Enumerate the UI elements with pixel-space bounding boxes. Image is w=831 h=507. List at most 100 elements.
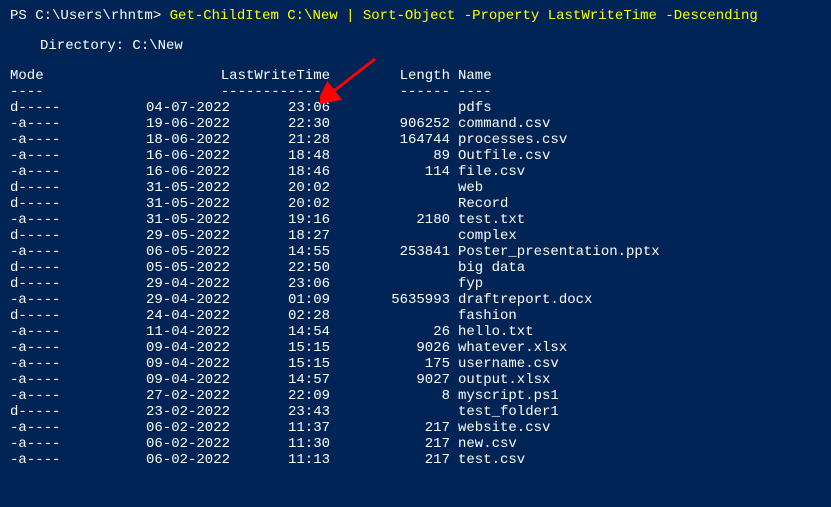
row-mode: -a---- <box>10 340 110 356</box>
row-mode: -a---- <box>10 388 110 404</box>
row-length: 9026 <box>330 340 450 356</box>
row-mode: -a---- <box>10 116 110 132</box>
row-time: 23:43 <box>230 404 330 420</box>
row-name: output.xlsx <box>450 372 550 388</box>
prompt-gt: > <box>153 8 161 24</box>
header-lastwrite: LastWriteTime <box>150 68 330 84</box>
row-date: 29-05-2022 <box>110 228 230 244</box>
prompt-path: C:\Users\rhntm <box>35 8 153 24</box>
row-time: 01:09 <box>230 292 330 308</box>
row-mode: -a---- <box>10 356 110 372</box>
row-time: 20:02 <box>230 196 330 212</box>
row-name: web <box>450 180 483 196</box>
row-date: 09-04-2022 <box>110 372 230 388</box>
row-mode: -a---- <box>10 436 110 452</box>
row-name: username.csv <box>450 356 559 372</box>
row-time: 23:06 <box>230 100 330 116</box>
row-time: 18:48 <box>230 148 330 164</box>
row-name: fashion <box>450 308 517 324</box>
file-row: -a----09-04-202215:159026whatever.xlsx <box>10 340 821 356</box>
row-length: 906252 <box>330 116 450 132</box>
file-row: -a----27-02-202222:098myscript.ps1 <box>10 388 821 404</box>
row-date: 06-02-2022 <box>110 436 230 452</box>
row-mode: -a---- <box>10 372 110 388</box>
file-row: d-----29-05-202218:27complex <box>10 228 821 244</box>
header-mode: Mode <box>10 68 150 84</box>
row-name: Outfile.csv <box>450 148 550 164</box>
file-row: d-----29-04-202223:06 fyp <box>10 276 821 292</box>
row-mode: d----- <box>10 180 110 196</box>
row-time: 11:37 <box>230 420 330 436</box>
row-date: 24-04-2022 <box>110 308 230 324</box>
row-time: 15:15 <box>230 340 330 356</box>
row-length: 217 <box>330 452 450 468</box>
row-time: 22:50 <box>230 260 330 276</box>
row-mode: -a---- <box>10 132 110 148</box>
row-time: 18:27 <box>230 228 330 244</box>
directory-label: Directory: <box>40 38 132 54</box>
row-name: hello.txt <box>450 324 534 340</box>
row-mode: -a---- <box>10 292 110 308</box>
file-row: -a----31-05-202219:162180test.txt <box>10 212 821 228</box>
row-name: fyp <box>450 276 483 292</box>
row-date: 29-04-2022 <box>110 276 230 292</box>
row-name: test.csv <box>450 452 525 468</box>
row-date: 09-04-2022 <box>110 340 230 356</box>
row-date: 04-07-2022 <box>110 100 230 116</box>
row-time: 18:46 <box>230 164 330 180</box>
row-date: 11-04-2022 <box>110 324 230 340</box>
file-row: -a----16-06-202218:4889Outfile.csv <box>10 148 821 164</box>
row-date: 06-05-2022 <box>110 244 230 260</box>
row-name: Record <box>450 196 508 212</box>
file-row: -a----11-04-202214:5426hello.txt <box>10 324 821 340</box>
row-length: 217 <box>330 436 450 452</box>
row-mode: d----- <box>10 276 110 292</box>
file-row: -a----16-06-202218:46114file.csv <box>10 164 821 180</box>
row-time: 14:54 <box>230 324 330 340</box>
row-mode: -a---- <box>10 452 110 468</box>
row-mode: d----- <box>10 404 110 420</box>
row-name: file.csv <box>450 164 525 180</box>
row-mode: -a---- <box>10 324 110 340</box>
row-date: 05-05-2022 <box>110 260 230 276</box>
row-mode: d----- <box>10 308 110 324</box>
row-date: 31-05-2022 <box>110 196 230 212</box>
prompt-line[interactable]: PS C:\Users\rhntm> Get-ChildItem C:\New … <box>10 8 821 24</box>
row-name: pdfs <box>450 100 492 116</box>
row-length: 164744 <box>330 132 450 148</box>
divider-length: ------ <box>330 84 450 100</box>
row-length: 5635993 <box>330 292 450 308</box>
row-date: 06-02-2022 <box>110 452 230 468</box>
row-mode: d----- <box>10 228 110 244</box>
header-name: Name <box>450 68 492 84</box>
file-row: d-----24-04-202202:28 fashion <box>10 308 821 324</box>
file-row: d-----04-07-202223:06 pdfs <box>10 100 821 116</box>
divider-row: --------------------------- <box>10 84 821 100</box>
file-row: -a----29-04-202201:095635993draftreport.… <box>10 292 821 308</box>
row-date: 19-06-2022 <box>110 116 230 132</box>
row-mode: -a---- <box>10 164 110 180</box>
row-mode: d----- <box>10 260 110 276</box>
divider-lastwrite: ------------- <box>150 84 330 100</box>
row-date: 31-05-2022 <box>110 212 230 228</box>
row-name: whatever.xlsx <box>450 340 567 356</box>
row-length: 8 <box>330 388 450 404</box>
row-time: 11:13 <box>230 452 330 468</box>
divider-name: ---- <box>450 84 492 100</box>
row-name: test_folder1 <box>450 404 559 420</box>
command-text: Get-ChildItem C:\New | Sort-Object -Prop… <box>161 8 758 24</box>
row-length: 217 <box>330 420 450 436</box>
row-mode: d----- <box>10 100 110 116</box>
row-time: 19:16 <box>230 212 330 228</box>
row-time: 02:28 <box>230 308 330 324</box>
file-row: d-----23-02-202223:43test_folder1 <box>10 404 821 420</box>
row-name: website.csv <box>450 420 550 436</box>
row-time: 23:06 <box>230 276 330 292</box>
row-name: myscript.ps1 <box>450 388 559 404</box>
row-time: 14:55 <box>230 244 330 260</box>
row-length: 9027 <box>330 372 450 388</box>
file-row: d-----31-05-202220:02web <box>10 180 821 196</box>
header-length: Length <box>330 68 450 84</box>
directory-path: C:\New <box>132 38 182 54</box>
row-time: 15:15 <box>230 356 330 372</box>
